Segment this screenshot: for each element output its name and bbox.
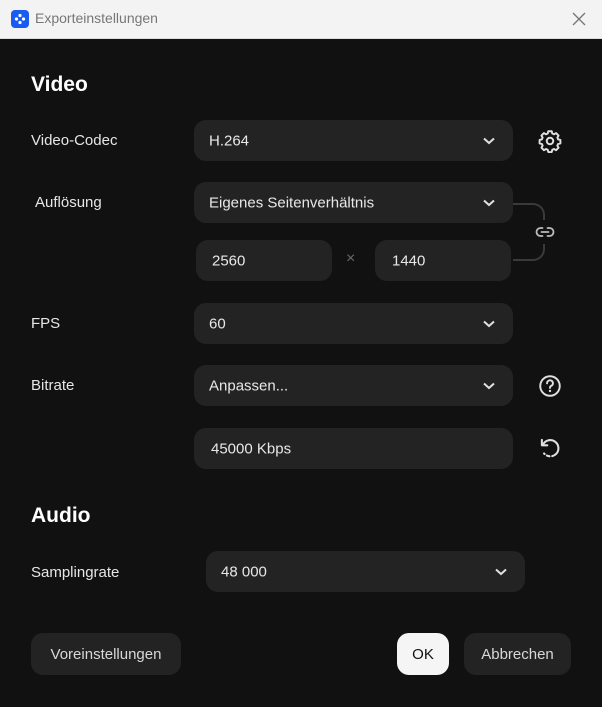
width-value: 2560 <box>212 252 246 269</box>
chevron-down-icon <box>483 137 495 144</box>
video-codec-value: H.264 <box>209 132 250 149</box>
title-bar: Exporteinstellungen <box>0 0 602 39</box>
chevron-down-icon <box>483 320 495 327</box>
video-codec-label: Video-Codec <box>31 132 118 149</box>
audio-heading: Audio <box>31 504 91 527</box>
video-heading: Video <box>31 73 88 96</box>
resolution-value: Eigenes Seitenverhältnis <box>209 194 375 211</box>
fps-value: 60 <box>209 315 226 332</box>
resolution-select[interactable]: Eigenes Seitenverhältnis <box>194 182 513 223</box>
video-codec-select[interactable]: H.264 <box>194 120 513 161</box>
samplerate-value: 48 000 <box>221 563 267 580</box>
chevron-down-icon <box>483 199 495 206</box>
bitrate-input[interactable]: 45000 Kbps <box>194 428 513 469</box>
close-button[interactable] <box>566 6 592 32</box>
ok-button[interactable]: OK <box>397 633 449 675</box>
gear-icon <box>538 130 562 154</box>
window-title: Exporteinstellungen <box>35 10 158 26</box>
bitrate-value: 45000 Kbps <box>211 440 292 457</box>
presets-button[interactable]: Voreinstellungen <box>31 633 181 675</box>
chevron-down-icon <box>483 382 495 389</box>
bitrate-mode-select[interactable]: Anpassen... <box>194 365 513 406</box>
samplerate-select[interactable]: 48 000 <box>206 551 525 592</box>
height-input[interactable]: 1440 <box>375 240 511 281</box>
link-icon <box>535 227 555 237</box>
cancel-button[interactable]: Abbrechen <box>464 633 571 675</box>
samplerate-label: Samplingrate <box>31 564 120 581</box>
bitrate-reset-button[interactable] <box>537 435 563 461</box>
codec-settings-button[interactable] <box>537 128 563 154</box>
bitrate-help-button[interactable] <box>537 373 563 399</box>
close-icon <box>572 12 586 26</box>
aspect-lock-button[interactable] <box>533 220 557 244</box>
reset-icon <box>540 438 560 458</box>
height-value: 1440 <box>392 252 426 269</box>
resolution-label: Auflösung <box>35 194 102 211</box>
bitrate-label: Bitrate <box>31 377 75 394</box>
chevron-down-icon <box>495 568 507 575</box>
question-circle-icon <box>539 375 561 397</box>
app-logo-icon <box>11 10 29 28</box>
bitrate-mode-value: Anpassen... <box>209 377 289 394</box>
times-symbol: × <box>346 250 356 267</box>
width-input[interactable]: 2560 <box>196 240 332 281</box>
fps-select[interactable]: 60 <box>194 303 513 344</box>
fps-label: FPS <box>31 315 61 332</box>
